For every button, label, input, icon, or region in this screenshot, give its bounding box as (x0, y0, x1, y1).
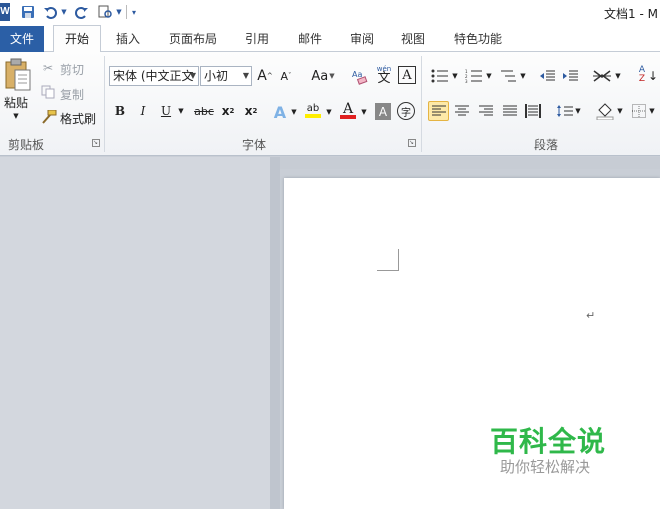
font-launcher-icon[interactable]: ↘ (408, 139, 416, 147)
bullets-icon[interactable] (429, 66, 451, 86)
format-painter-icon (40, 109, 58, 125)
paragraph-mark: ↵ (586, 309, 596, 322)
borders-dropdown-icon[interactable]: ▼ (648, 101, 656, 121)
clipboard-icon (5, 58, 31, 91)
cut-button[interactable]: 剪切 (60, 61, 84, 78)
clear-formatting-icon[interactable]: Aa (350, 66, 368, 86)
font-size-dropdown-icon[interactable]: ▼ (243, 67, 249, 85)
distributed-align-button[interactable] (523, 101, 543, 121)
page-margin-corner-mark (377, 249, 399, 271)
word-app-icon[interactable]: W (0, 3, 10, 21)
borders-icon[interactable] (630, 101, 648, 121)
tab-references[interactable]: 引用 (237, 26, 277, 52)
tab-file[interactable]: 文件 (0, 26, 44, 52)
chinese-layout-dropdown-icon[interactable]: ▼ (614, 66, 622, 86)
numbering-dropdown-icon[interactable]: ▼ (485, 66, 493, 86)
increase-indent-icon[interactable] (561, 66, 581, 86)
underline-dropdown-icon[interactable]: ▼ (176, 102, 186, 120)
document-left-margin-area (0, 157, 270, 509)
print-preview-icon[interactable] (96, 4, 114, 20)
superscript-button[interactable]: x2 (242, 102, 260, 120)
align-center-button[interactable] (452, 101, 472, 121)
save-icon[interactable] (20, 4, 36, 20)
line-spacing-icon[interactable] (556, 101, 574, 121)
font-name-value: 宋体 (中文正文 (113, 69, 194, 83)
print-preview-dropdown-icon[interactable]: ▼ (115, 4, 123, 20)
chinese-layout-icon[interactable] (590, 66, 614, 86)
watermark-logo: 百科全说 助你轻松解决 (490, 420, 640, 490)
paste-dropdown-icon[interactable]: ▼ (10, 111, 22, 121)
watermark-subtitle: 助你轻松解决 (500, 458, 591, 476)
paste-button[interactable] (2, 56, 34, 94)
subscript-button[interactable]: x2 (219, 102, 237, 120)
tab-special-features[interactable]: 特色功能 (447, 26, 509, 52)
watermark-title: 百科全说 (490, 425, 607, 458)
font-name-select[interactable]: 宋体 (中文正文 ▼ (109, 66, 199, 86)
character-border-button[interactable]: A (398, 66, 416, 84)
align-left-button[interactable] (428, 101, 449, 121)
window-title: 文档1 - M (604, 7, 658, 21)
underline-button[interactable]: U (158, 102, 174, 120)
italic-button[interactable]: I (135, 102, 151, 120)
clipboard-launcher-icon[interactable]: ↘ (92, 139, 100, 147)
customize-icon[interactable]: ▾ (129, 4, 139, 20)
line-spacing-dropdown-icon[interactable]: ▼ (574, 101, 582, 121)
tab-view[interactable]: 视图 (393, 26, 433, 52)
format-painter-button[interactable]: 格式刷 (60, 110, 96, 127)
font-group-label: 字体 (241, 138, 266, 152)
enclose-characters-button[interactable]: 字 (397, 102, 415, 120)
undo-icon[interactable] (42, 4, 58, 20)
tab-mailings[interactable]: 邮件 (290, 26, 330, 52)
decrease-indent-icon[interactable] (538, 66, 558, 86)
title-bar: W ▼ ▼ ▾ 文档1 - M (0, 0, 660, 26)
shrink-font-button[interactable]: Aˇ (278, 66, 294, 86)
ribbon: 粘贴 ▼ ✂ 剪切 复制 格式刷 剪贴板 ↘ 宋体 (中文正文 ▼ 小初 ▼ A… (0, 52, 660, 156)
vertical-ruler (270, 157, 280, 509)
text-effects-button[interactable]: A (272, 102, 288, 122)
copy-button[interactable]: 复制 (60, 86, 84, 103)
tab-page-layout[interactable]: 页面布局 (162, 26, 224, 52)
tab-insert[interactable]: 插入 (108, 26, 148, 52)
bold-button[interactable]: B (112, 102, 128, 120)
copy-icon (40, 84, 56, 100)
redo-icon[interactable] (74, 4, 90, 20)
character-shading-button[interactable]: A (375, 103, 391, 120)
scissors-icon: ✂ (42, 61, 54, 75)
shading-dropdown-icon[interactable]: ▼ (616, 101, 624, 121)
font-color-button[interactable]: A (338, 100, 358, 122)
multilevel-list-icon[interactable] (497, 66, 519, 86)
font-color-dropdown-icon[interactable]: ▼ (360, 102, 368, 122)
tab-home[interactable]: 开始 (53, 25, 101, 53)
strikethrough-button[interactable]: abc (193, 102, 215, 120)
change-case-button[interactable]: Aa ▼ (310, 66, 336, 86)
svg-text:3: 3 (465, 79, 468, 83)
highlight-button[interactable]: ab (302, 100, 324, 122)
undo-dropdown-icon[interactable]: ▼ (60, 4, 68, 20)
bullets-dropdown-icon[interactable]: ▼ (451, 66, 459, 86)
qa-separator (126, 5, 127, 19)
multilevel-list-dropdown-icon[interactable]: ▼ (519, 66, 527, 86)
text-effects-dropdown-icon[interactable]: ▼ (290, 102, 298, 122)
font-size-value: 小初 (204, 69, 229, 83)
highlight-dropdown-icon[interactable]: ▼ (325, 102, 333, 122)
ribbon-tab-row: 文件 开始 插入 页面布局 引用 邮件 审阅 视图 特色功能 (0, 25, 660, 53)
align-right-button[interactable] (476, 101, 496, 121)
paragraph-group-label: 段落 (533, 138, 558, 152)
paste-label: 粘贴 (4, 96, 29, 110)
horizontal-ruler (280, 157, 660, 169)
svg-text:Aa: Aa (352, 70, 362, 79)
font-size-select[interactable]: 小初 ▼ (200, 66, 252, 86)
justify-button[interactable] (500, 101, 520, 121)
clipboard-group-label: 剪贴板 (8, 138, 45, 152)
tab-review[interactable]: 审阅 (342, 26, 382, 52)
grow-font-button[interactable]: A ^ (257, 66, 273, 86)
font-name-dropdown-icon[interactable]: ▼ (190, 67, 196, 85)
phonetic-guide-button[interactable]: wén 文 (374, 62, 394, 86)
shading-icon[interactable] (595, 100, 615, 122)
sort-arrow-icon: ↓ (647, 69, 659, 83)
numbering-icon[interactable]: 123 (463, 66, 485, 86)
